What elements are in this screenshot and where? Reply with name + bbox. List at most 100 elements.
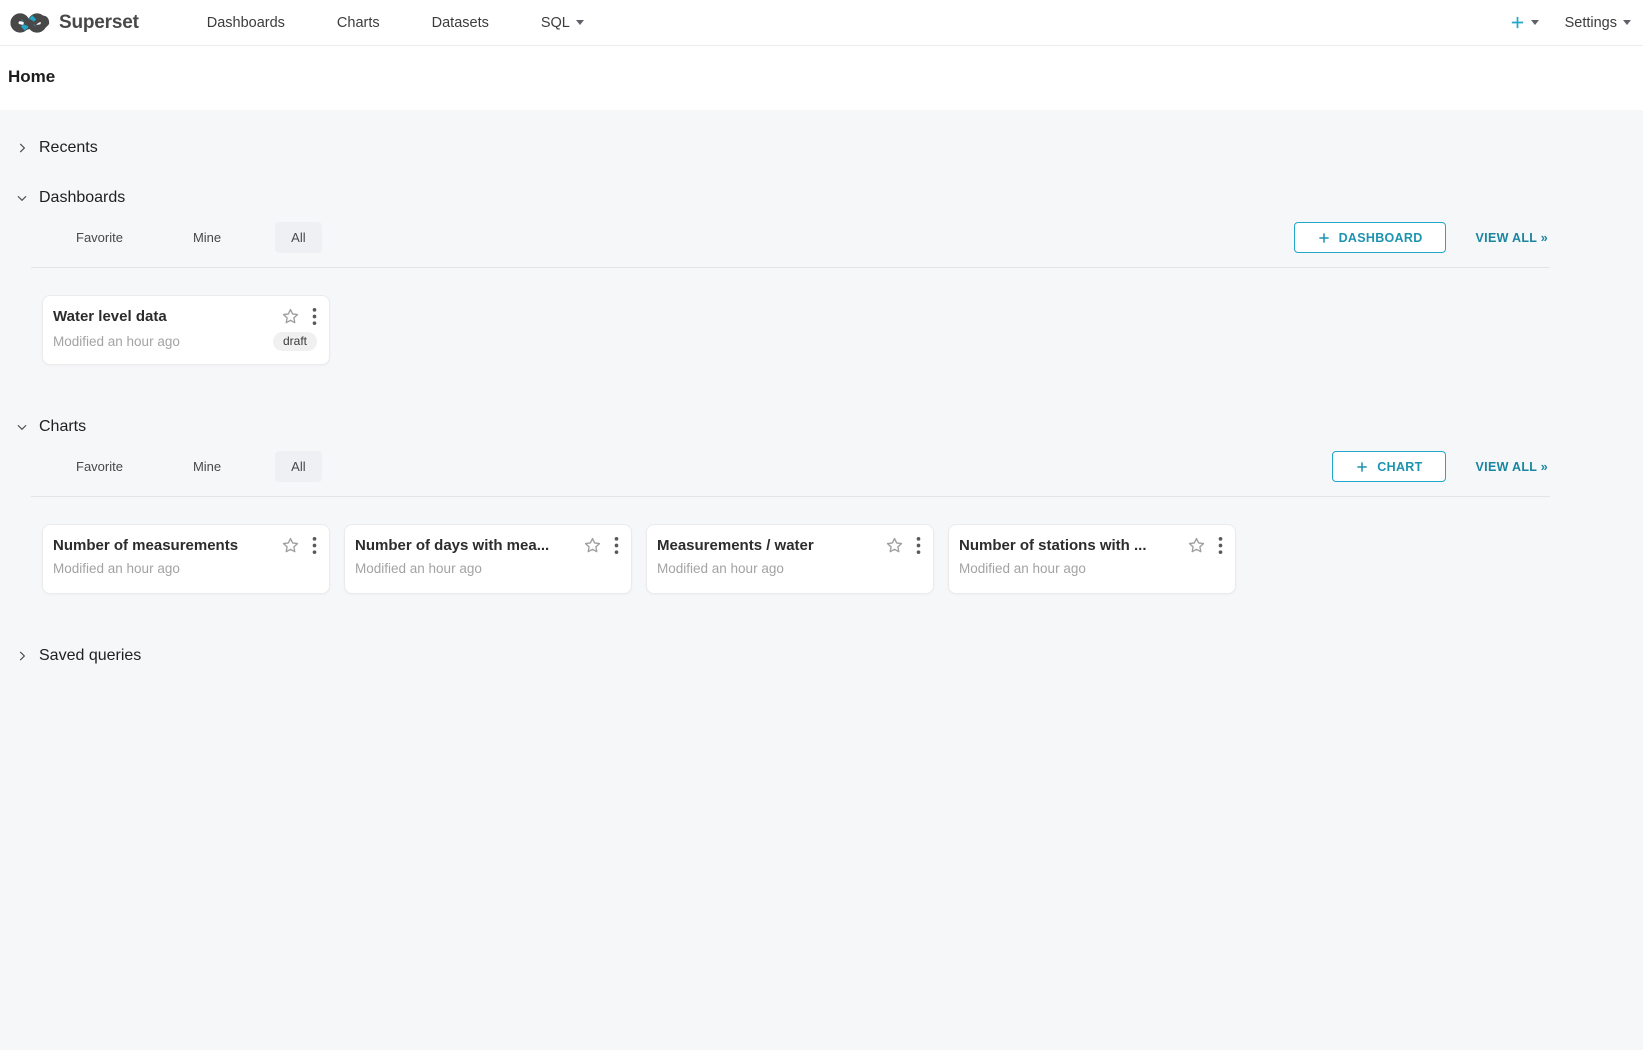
tab-favorite[interactable]: Favorite — [60, 222, 139, 253]
section-saved-queries-title: Saved queries — [39, 647, 141, 665]
card-actions — [281, 307, 317, 326]
charts-actions: CHART VIEW ALL » — [1332, 451, 1548, 482]
dashboards-subbar: Favorite Mine All DASHBOARD VIEW ALL » — [0, 220, 1643, 267]
chart-card[interactable]: Measurements / water Modified an hour ag… — [646, 524, 934, 594]
page-title: Home — [8, 67, 1635, 87]
kebab-menu-icon[interactable] — [312, 307, 317, 326]
nav-dashboards[interactable]: Dashboards — [193, 15, 299, 31]
chevron-down-icon — [15, 420, 29, 434]
chart-card[interactable]: Number of stations with ... Modified an … — [948, 524, 1236, 594]
tab-mine[interactable]: Mine — [177, 222, 237, 253]
chevron-right-icon — [15, 649, 29, 663]
card-actions — [885, 536, 921, 555]
plus-icon — [1509, 14, 1526, 31]
add-chart-button[interactable]: CHART — [1332, 451, 1445, 482]
card-actions — [1187, 536, 1223, 555]
dashboards-tabs: Favorite Mine All — [60, 222, 322, 253]
kebab-menu-icon[interactable] — [916, 536, 921, 555]
add-dashboard-button[interactable]: DASHBOARD — [1294, 222, 1446, 253]
card-header: Number of measurements — [53, 536, 317, 555]
card-header: Number of stations with ... — [959, 536, 1223, 555]
card-footer: Modified an hour ago — [657, 561, 921, 576]
card-footer: Modified an hour ago — [959, 561, 1223, 576]
dashboard-card-title[interactable]: Water level data — [53, 308, 273, 325]
dashboards-cards: Water level data Modified an hour ago dr… — [42, 295, 1550, 365]
card-modified-text: Modified an hour ago — [959, 561, 1086, 576]
dashboards-panel: Water level data Modified an hour ago dr… — [31, 267, 1550, 393]
caret-down-icon — [576, 20, 584, 25]
add-dashboard-label: DASHBOARD — [1339, 231, 1423, 245]
chart-card-title[interactable]: Measurements / water — [657, 537, 877, 554]
favorite-star-icon[interactable] — [583, 536, 602, 555]
tab-mine[interactable]: Mine — [177, 451, 237, 482]
nav-datasets[interactable]: Datasets — [418, 15, 503, 31]
section-recents-title: Recents — [39, 139, 98, 157]
card-actions — [281, 536, 317, 555]
nav-sql-menu[interactable]: SQL — [527, 15, 598, 31]
new-item-menu[interactable] — [1509, 14, 1539, 31]
section-charts-toggle[interactable]: Charts — [0, 405, 1643, 449]
dashboards-actions: DASHBOARD VIEW ALL » — [1294, 222, 1548, 253]
section-saved-queries-toggle[interactable]: Saved queries — [0, 634, 1643, 678]
dashboard-card[interactable]: Water level data Modified an hour ago dr… — [42, 295, 330, 365]
card-footer: Modified an hour ago draft — [53, 332, 317, 351]
section-dashboards-title: Dashboards — [39, 189, 125, 207]
caret-down-icon — [1531, 20, 1539, 25]
nav-charts-label: Charts — [337, 15, 380, 31]
primary-nav: Dashboards Charts Datasets SQL — [181, 15, 610, 31]
caret-down-icon — [1623, 20, 1631, 25]
navbar-right: Settings — [1509, 14, 1633, 31]
plus-icon — [1317, 231, 1331, 245]
home-content: Recents Dashboards Favorite Mine All DAS… — [0, 110, 1643, 678]
page-header: Home — [0, 46, 1643, 110]
plus-icon — [1355, 460, 1369, 474]
section-dashboards-toggle[interactable]: Dashboards — [0, 176, 1643, 220]
card-header: Water level data — [53, 307, 317, 326]
section-charts-title: Charts — [39, 418, 86, 436]
card-modified-text: Modified an hour ago — [53, 334, 180, 349]
section-recents-toggle[interactable]: Recents — [0, 126, 1643, 170]
charts-view-all-link[interactable]: VIEW ALL » — [1476, 460, 1548, 474]
chart-card-title[interactable]: Number of stations with ... — [959, 537, 1179, 554]
card-footer: Modified an hour ago — [53, 561, 317, 576]
chevron-down-icon — [15, 191, 29, 205]
favorite-star-icon[interactable] — [281, 307, 300, 326]
draft-status-badge: draft — [273, 332, 317, 351]
card-header: Measurements / water — [657, 536, 921, 555]
brand-name: Superset — [59, 12, 139, 34]
chart-card-title[interactable]: Number of days with mea... — [355, 537, 575, 554]
kebab-menu-icon[interactable] — [1218, 536, 1223, 555]
favorite-star-icon[interactable] — [885, 536, 904, 555]
settings-label: Settings — [1565, 15, 1617, 31]
tab-all[interactable]: All — [275, 222, 321, 253]
superset-logo[interactable]: Superset — [10, 10, 139, 36]
card-modified-text: Modified an hour ago — [657, 561, 784, 576]
kebab-menu-icon[interactable] — [312, 536, 317, 555]
card-header: Number of days with mea... — [355, 536, 619, 555]
nav-sql-label: SQL — [541, 15, 570, 31]
top-navbar: Superset Dashboards Charts Datasets SQL … — [0, 0, 1643, 46]
favorite-star-icon[interactable] — [281, 536, 300, 555]
chart-card-title[interactable]: Number of measurements — [53, 537, 273, 554]
chart-card[interactable]: Number of days with mea... Modified an h… — [344, 524, 632, 594]
card-modified-text: Modified an hour ago — [53, 561, 180, 576]
charts-cards: Number of measurements Modified an hour … — [42, 524, 1550, 594]
nav-dashboards-label: Dashboards — [207, 15, 285, 31]
tab-all[interactable]: All — [275, 451, 321, 482]
charts-tabs: Favorite Mine All — [60, 451, 322, 482]
chart-card[interactable]: Number of measurements Modified an hour … — [42, 524, 330, 594]
charts-panel: Number of measurements Modified an hour … — [31, 496, 1550, 622]
nav-charts[interactable]: Charts — [323, 15, 394, 31]
card-footer: Modified an hour ago — [355, 561, 619, 576]
favorite-star-icon[interactable] — [1187, 536, 1206, 555]
settings-menu[interactable]: Settings — [1565, 15, 1631, 31]
charts-subbar: Favorite Mine All CHART VIEW ALL » — [0, 449, 1643, 496]
kebab-menu-icon[interactable] — [614, 536, 619, 555]
card-modified-text: Modified an hour ago — [355, 561, 482, 576]
tab-favorite[interactable]: Favorite — [60, 451, 139, 482]
superset-logo-icon — [10, 10, 52, 36]
nav-datasets-label: Datasets — [432, 15, 489, 31]
add-chart-label: CHART — [1377, 460, 1422, 474]
dashboards-view-all-link[interactable]: VIEW ALL » — [1476, 231, 1548, 245]
card-actions — [583, 536, 619, 555]
